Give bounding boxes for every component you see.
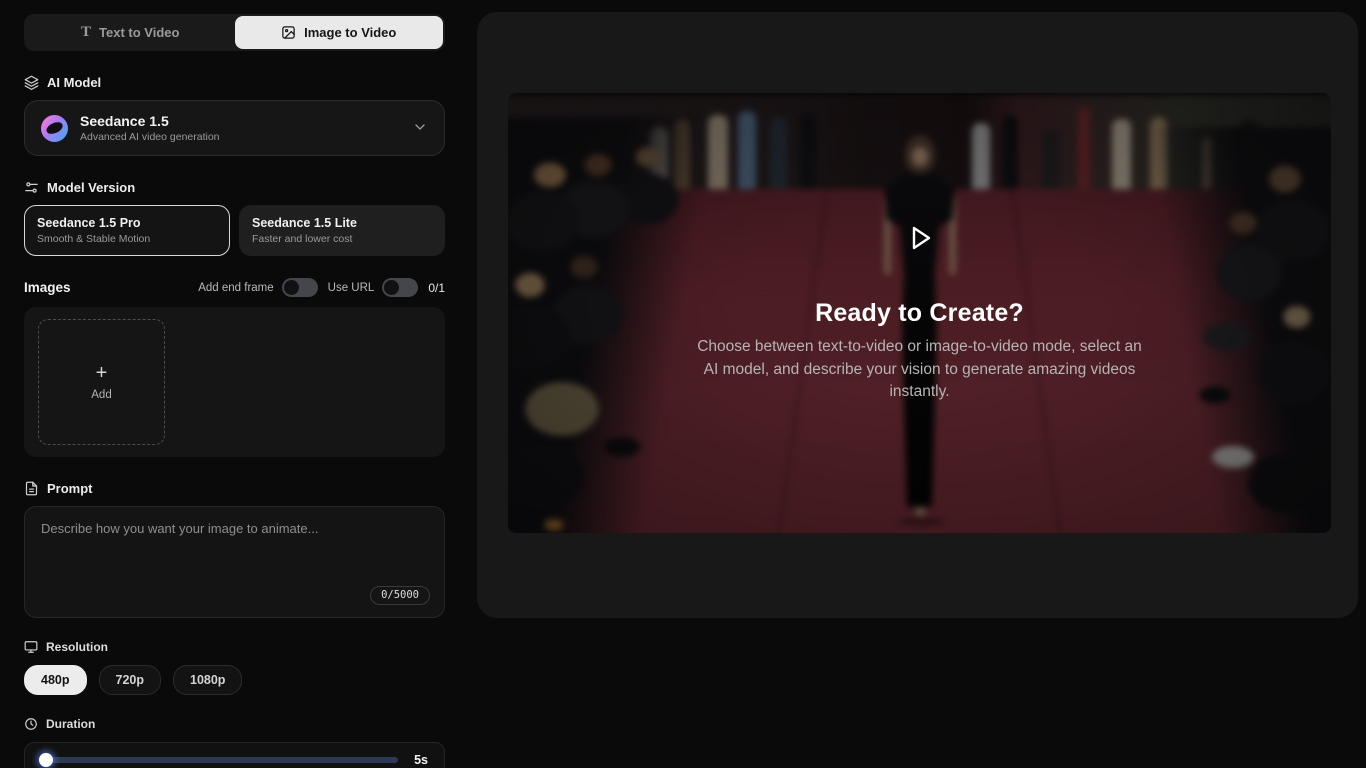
resolution-header: Resolution [24, 640, 445, 654]
version-lite-name: Seedance 1.5 Lite [252, 216, 432, 230]
prompt-counter: 0/5000 [370, 586, 430, 605]
prompt-header: Prompt [24, 481, 445, 496]
resolution-label: Resolution [46, 640, 108, 654]
image-icon [281, 25, 296, 40]
model-description: Advanced AI video generation [80, 131, 400, 143]
preview-image: Ready to Create? Choose between text-to-… [508, 93, 1331, 533]
images-header-row: Images Add end frame Use URL 0/1 [24, 278, 445, 297]
prompt-label: Prompt [47, 481, 93, 496]
use-url-label: Use URL [328, 282, 375, 294]
use-url-control: Use URL [328, 278, 429, 297]
preview-panel: Ready to Create? Choose between text-to-… [477, 12, 1358, 618]
image-upload-panel: + Add [24, 307, 445, 457]
chevron-down-icon [412, 119, 428, 138]
model-version-options: Seedance 1.5 Pro Smooth & Stable Motion … [24, 205, 445, 256]
duration-slider-handle[interactable] [39, 753, 53, 767]
play-button[interactable] [903, 221, 937, 255]
ready-description: Choose between text-to-video or image-to… [690, 336, 1150, 404]
prompt-box: 0/5000 [24, 506, 445, 618]
duration-slider-box: 5s [24, 742, 445, 768]
resolution-options: 480p 720p 1080p [24, 665, 445, 695]
version-pro-name: Seedance 1.5 Pro [37, 216, 217, 230]
duration-label: Duration [46, 717, 95, 731]
model-version-header: Model Version [24, 180, 445, 195]
resolution-480p[interactable]: 480p [24, 665, 87, 695]
model-text: Seedance 1.5 Advanced AI video generatio… [80, 113, 400, 143]
mode-tabs: T Text to Video Image to Video [24, 14, 445, 51]
plus-icon: + [96, 363, 108, 383]
ai-model-label: AI Model [47, 75, 101, 90]
seedance-logo-icon [41, 115, 68, 142]
toggle-knob [284, 280, 299, 295]
add-end-frame-label: Add end frame [198, 282, 273, 294]
sliders-icon [24, 180, 39, 195]
model-version-label: Model Version [47, 180, 135, 195]
sidebar: T Text to Video Image to Video AI Model … [24, 14, 445, 768]
ai-model-header: AI Model [24, 75, 445, 90]
version-card-pro[interactable]: Seedance 1.5 Pro Smooth & Stable Motion [24, 205, 230, 256]
images-label: Images [24, 280, 198, 295]
duration-value: 5s [414, 753, 428, 767]
ready-title: Ready to Create? [508, 299, 1331, 328]
duration-header: Duration [24, 717, 445, 731]
image-counter: 0/1 [428, 281, 445, 295]
add-image-button[interactable]: + Add [38, 319, 165, 445]
tab-text-to-video-label: Text to Video [99, 25, 179, 40]
tab-image-to-video[interactable]: Image to Video [235, 16, 444, 49]
version-lite-description: Faster and lower cost [252, 233, 432, 245]
tab-text-to-video[interactable]: T Text to Video [26, 16, 235, 49]
toggle-knob [384, 280, 399, 295]
use-url-toggle[interactable] [382, 278, 418, 297]
ai-model-dropdown[interactable]: Seedance 1.5 Advanced AI video generatio… [24, 100, 445, 156]
monitor-icon [24, 640, 38, 654]
add-image-label: Add [91, 389, 111, 401]
play-icon [903, 221, 937, 255]
resolution-1080p[interactable]: 1080p [173, 665, 242, 695]
text-icon: T [81, 25, 91, 40]
document-icon [24, 481, 39, 496]
app-root: T Text to Video Image to Video AI Model … [0, 0, 1366, 768]
model-name: Seedance 1.5 [80, 113, 400, 129]
preview-overlay: Ready to Create? Choose between text-to-… [508, 93, 1331, 533]
tab-image-to-video-label: Image to Video [304, 25, 396, 40]
version-pro-description: Smooth & Stable Motion [37, 233, 217, 245]
add-end-frame-toggle[interactable] [282, 278, 318, 297]
layers-icon [24, 75, 39, 90]
duration-slider[interactable] [41, 757, 398, 763]
add-end-frame-control: Add end frame [198, 278, 327, 297]
resolution-720p[interactable]: 720p [99, 665, 162, 695]
version-card-lite[interactable]: Seedance 1.5 Lite Faster and lower cost [239, 205, 445, 256]
clock-icon [24, 717, 38, 731]
